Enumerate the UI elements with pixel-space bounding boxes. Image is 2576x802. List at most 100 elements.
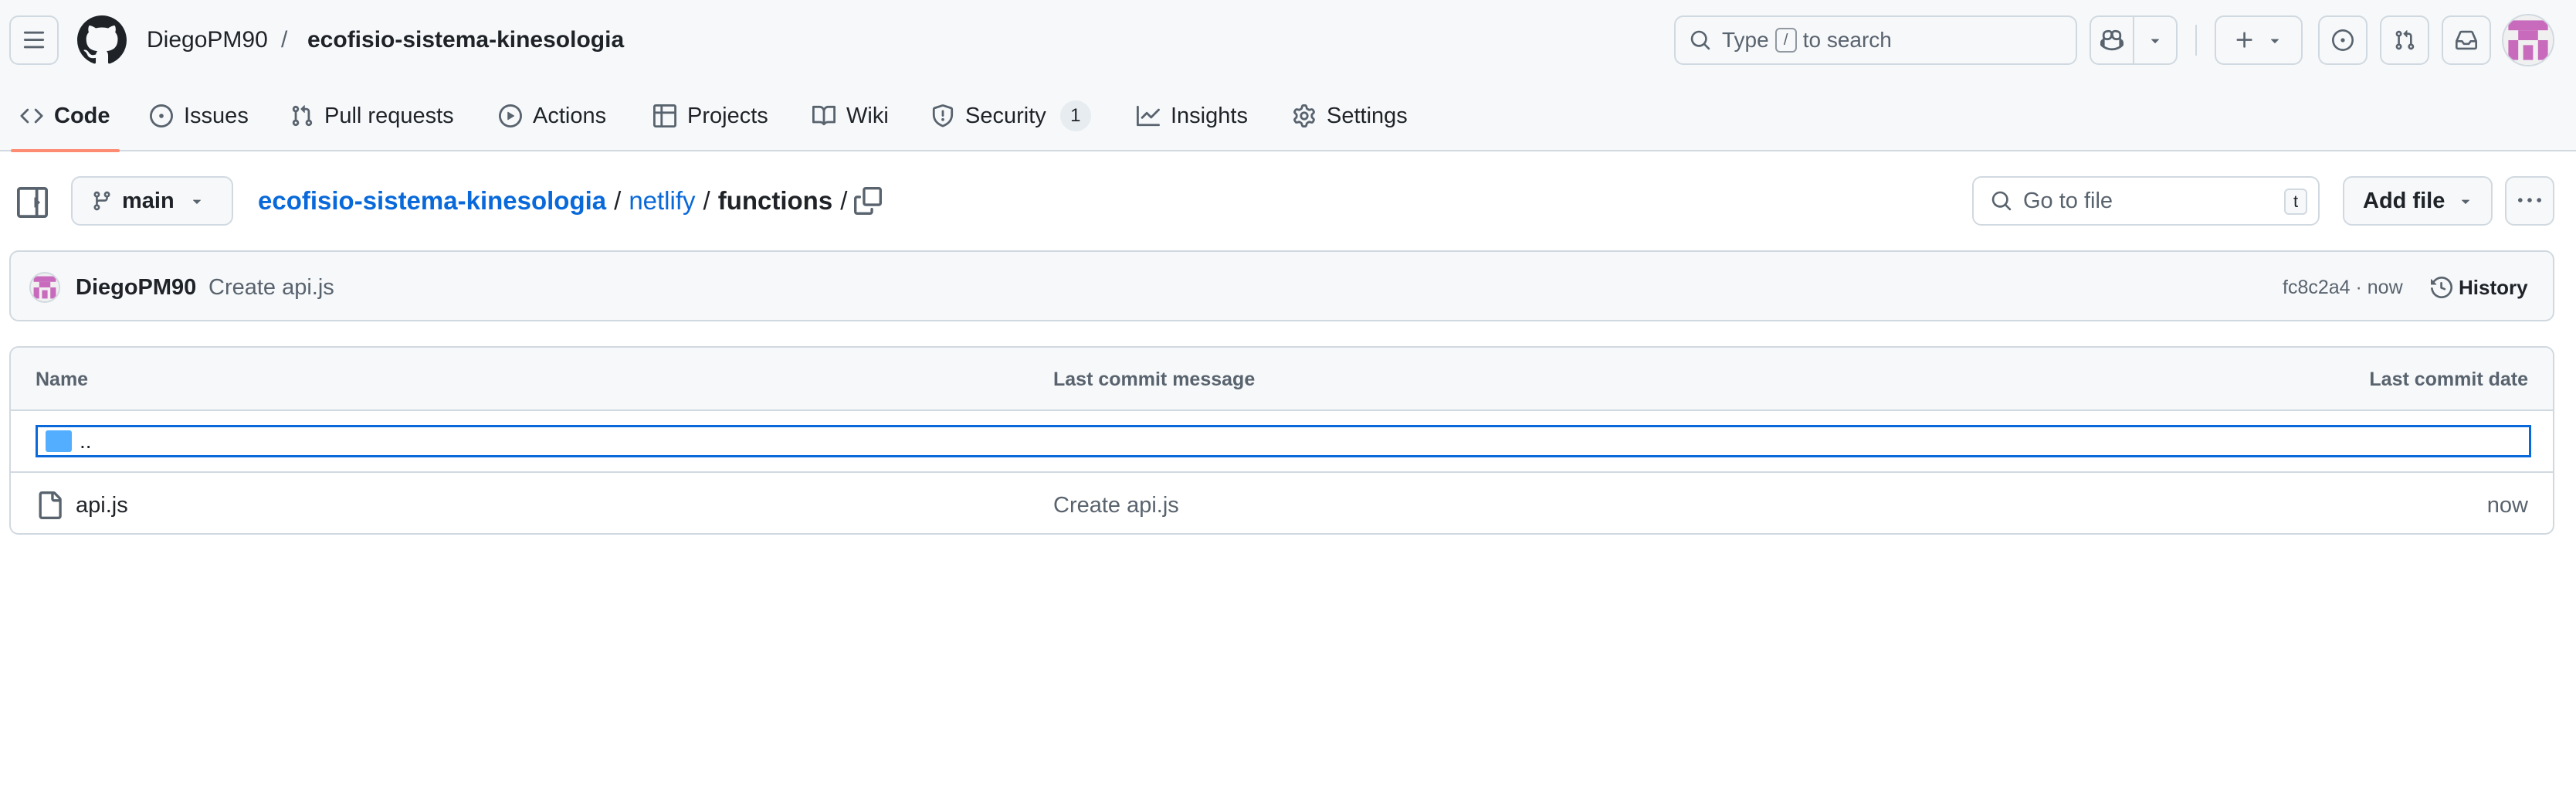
commit-sha-time[interactable]: fc8c2a4 · now [2283,274,2403,301]
tab-issues[interactable]: Issues [150,80,249,151]
copilot-dropdown-button[interactable] [2133,17,2176,63]
commit-author-link[interactable]: DiegoPM90 [76,272,196,303]
breadcrumb: ecofisio-sistema-kinesologia / netlify /… [258,185,847,216]
go-to-file-shortcut-key: t [2284,189,2307,215]
parent-directory-label: .. [80,429,92,453]
breadcrumb-folder-link[interactable]: netlify [629,185,695,216]
inbox-button[interactable] [2442,15,2491,65]
breadcrumb-current: functions [717,186,833,215]
copilot-icon [2100,29,2124,51]
tab-label: Actions [533,103,607,128]
triangle-down-icon [192,199,201,204]
breadcrumb-separator: / [703,186,710,215]
git-pull-request-icon [292,105,313,127]
tab-projects[interactable]: Projects [653,80,768,151]
graph-icon [1137,105,1160,127]
tab-insights[interactable]: Insights [1137,80,1248,151]
copilot-button-group [2090,15,2178,65]
search-shortcut-key: / [1774,28,1797,53]
code-icon [20,108,43,124]
commit-message-link[interactable]: Create api.js [208,272,334,303]
identicon-avatar [2503,15,2553,65]
issue-opened-icon [150,104,173,127]
repo-link[interactable]: ecofisio-sistema-kinesologia [307,25,624,56]
tab-security[interactable]: Security 1 [931,80,1091,151]
search-icon [1690,30,1710,50]
inbox-icon [2456,30,2477,50]
global-search-input[interactable]: Type / to search [1674,15,2077,65]
repo-header: DiegoPM90 / ecofisio-sistema-kinesologia… [0,0,2576,152]
commit-author-avatar[interactable] [29,272,60,303]
parent-directory-row[interactable]: .. [11,411,2553,473]
tab-label: Code [54,103,110,128]
file-commit-message-link[interactable]: Create api.js [1053,491,1179,519]
go-to-file-placeholder: Go to file [2023,188,2113,213]
column-header-date: Last commit date [2369,369,2528,390]
tab-actions[interactable]: Actions [499,80,606,151]
hamburger-icon [23,31,45,49]
gear-icon [1293,104,1315,127]
tab-label: Issues [184,103,249,128]
breadcrumb-separator: / [840,186,848,215]
file-table: Name Last commit message Last commit dat… [9,346,2554,535]
repo-nav: Code Issues Pull requests Actions Projec… [0,80,2576,152]
kebab-horizontal-icon [2518,198,2541,202]
tab-label: Insights [1171,103,1248,128]
search-prefix: Type [1722,28,1769,52]
copy-path-icon[interactable] [854,187,882,215]
history-button[interactable]: History [2431,270,2528,304]
table-header: Name Last commit message Last commit dat… [11,348,2553,411]
parent-directory-link[interactable]: .. [36,425,2531,457]
triangle-down-icon [2462,199,2470,204]
tab-label: Pull requests [324,103,454,128]
triangle-down-icon [2270,39,2279,43]
global-topbar: DiegoPM90 / ecofisio-sistema-kinesologia… [0,0,2576,80]
branch-name: main [122,188,175,213]
github-logo-icon[interactable] [77,15,127,65]
column-header-message: Last commit message [1053,369,1256,390]
menu-button[interactable] [9,15,59,65]
identicon-avatar [31,274,59,301]
play-icon [499,104,522,127]
create-new-button[interactable] [2215,15,2303,65]
topbar-divider [2195,25,2197,56]
go-to-file-input[interactable]: Go to file t [1972,176,2320,226]
file-name-link[interactable]: api.js [76,491,128,519]
column-header-name: Name [36,369,89,390]
pull-requests-button[interactable] [2380,15,2429,65]
copilot-button[interactable] [2091,17,2133,63]
search-icon [1991,191,2012,211]
file-icon [39,491,62,519]
tab-code[interactable]: Code [11,80,119,152]
more-options-button[interactable] [2505,176,2554,226]
history-label: History [2459,275,2528,299]
file-navigation-bar: main ecofisio-sistema-kinesologia / netl… [0,151,2576,249]
issue-opened-icon [2332,29,2354,51]
tab-label: Security [965,103,1046,128]
tab-settings[interactable]: Settings [1293,80,1408,151]
branch-selector-button[interactable]: main [71,176,233,226]
context-separator: / [281,27,288,53]
owner-link[interactable]: DiegoPM90 [147,25,268,56]
shield-icon [932,104,954,127]
git-branch-icon [93,191,110,211]
security-count-badge: 1 [1059,100,1091,131]
table-row[interactable]: api.js Create api.js now [11,474,2553,533]
add-file-button[interactable]: Add file [2343,176,2493,226]
tab-label: Settings [1327,103,1408,128]
sidepanel-expand-icon[interactable] [17,187,48,218]
file-commit-date: now [2486,493,2528,518]
git-pull-request-icon [2395,30,2415,50]
history-icon [2431,277,2452,298]
tab-wiki[interactable]: Wiki [812,80,889,151]
triangle-down-icon [2151,39,2160,43]
issues-button[interactable] [2318,15,2368,65]
tab-pull-requests[interactable]: Pull requests [290,80,454,151]
breadcrumb-repo-link[interactable]: ecofisio-sistema-kinesologia [258,185,606,216]
breadcrumb-separator: / [614,186,622,215]
tab-label: Projects [687,103,768,128]
user-avatar[interactable] [2502,14,2554,66]
add-file-label: Add file [2363,188,2446,213]
book-icon [812,105,836,126]
latest-commit-bar: DiegoPM90 Create api.js fc8c2a4 · now Hi… [9,250,2554,321]
